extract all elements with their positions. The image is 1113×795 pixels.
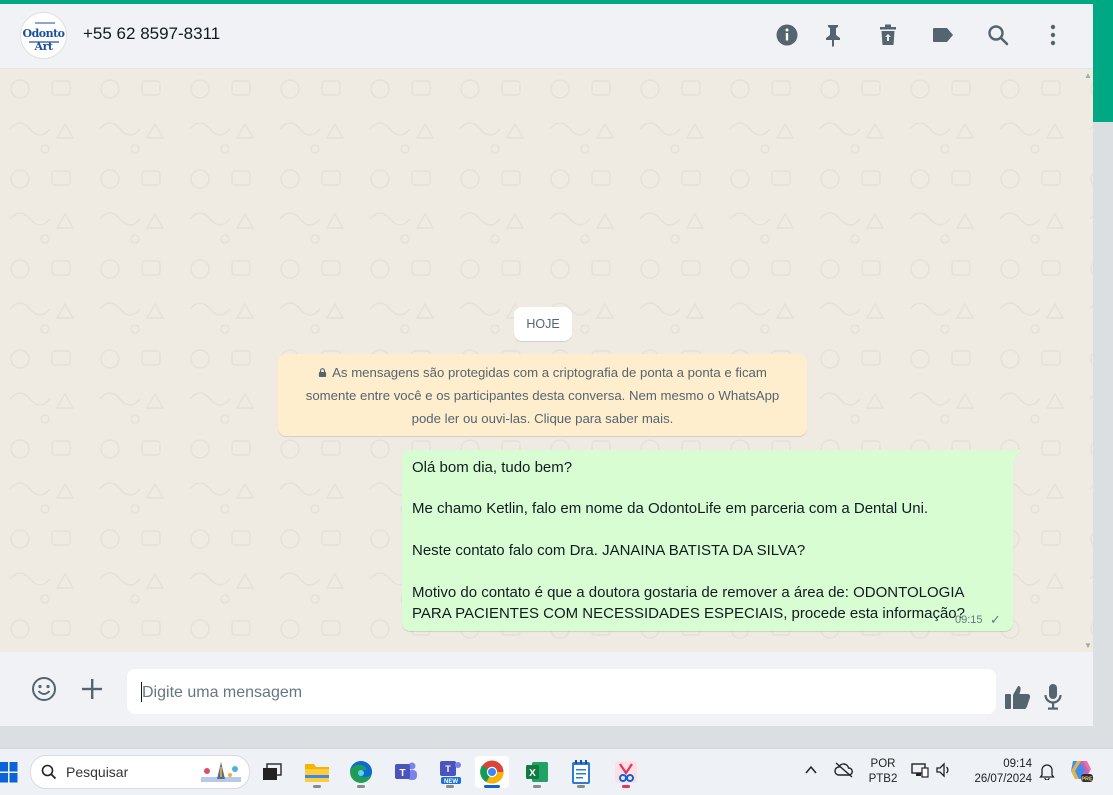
task-view-icon[interactable] xyxy=(255,756,289,788)
message-list[interactable]: ▲ ▼ HOJE As mensagens são protegidas com… xyxy=(0,69,1093,652)
encryption-notice-text-1: As mensagens são protegidas com a cripto… xyxy=(332,365,767,380)
network-icon[interactable] xyxy=(911,762,929,781)
copilot-icon[interactable]: PRE xyxy=(1068,757,1094,786)
message-timestamp: 09:15 xyxy=(955,614,983,626)
keyboard-layout: PTB2 xyxy=(868,773,898,785)
chat-header: Odonto Art +55 62 8597-8311 xyxy=(0,4,1093,69)
encryption-notice-line: As mensagens são protegidas com a cripto… xyxy=(278,361,807,384)
running-indicator xyxy=(533,785,541,788)
delete-icon[interactable] xyxy=(873,20,903,50)
outgoing-message-bubble[interactable]: Olá bom dia, tudo bem? Me chamo Ketlin, … xyxy=(402,450,1021,631)
chrome-icon[interactable] xyxy=(475,756,509,788)
whatsapp-chat-window: Odonto Art +55 62 8597-8311 ▲ ▼ HOJE As … xyxy=(0,4,1093,726)
scroll-up-arrow[interactable]: ▲ xyxy=(1084,71,1092,80)
contact-name[interactable]: +55 62 8597-8311 xyxy=(83,24,220,44)
message-line: Me chamo Ketlin, falo em nome da OdontoL… xyxy=(412,500,929,517)
volume-icon[interactable] xyxy=(935,762,953,781)
composer xyxy=(0,652,1093,726)
message-line: Neste contato falo com Dra. JANAINA BATI… xyxy=(412,542,806,559)
teams-icon[interactable]: T xyxy=(389,756,423,788)
svg-text:T: T xyxy=(445,764,451,774)
svg-text:T: T xyxy=(399,768,405,779)
running-indicator xyxy=(357,785,365,788)
info-icon[interactable] xyxy=(772,20,802,50)
running-indicator xyxy=(446,785,454,788)
sent-check-icon: ✓ xyxy=(990,612,1001,627)
logo-underline xyxy=(29,41,59,43)
thumbs-up-icon[interactable] xyxy=(1003,682,1033,712)
windows-taskbar: Pesquisar T T NEW X POR PTB2 09:14 26/07… xyxy=(0,748,1113,795)
encryption-notice[interactable]: As mensagens são protegidas com a cripto… xyxy=(278,354,807,436)
background-strip xyxy=(1093,4,1113,122)
clock-date: 26/07/2024 xyxy=(974,773,1032,785)
clock-time: 09:14 xyxy=(1003,758,1032,770)
running-indicator xyxy=(313,785,321,788)
teams-new-icon[interactable]: T NEW xyxy=(433,756,467,788)
pin-icon[interactable] xyxy=(818,20,848,50)
scroll-down-arrow[interactable]: ▼ xyxy=(1084,641,1092,650)
running-indicator xyxy=(622,785,630,788)
edge-icon[interactable] xyxy=(344,756,378,788)
taskbar-search-label: Pesquisar xyxy=(66,764,129,780)
avatar-logo-text: Odonto Art xyxy=(22,27,65,53)
svg-text:X: X xyxy=(529,768,536,779)
language-code: POR xyxy=(870,758,896,770)
contact-avatar[interactable]: Odonto Art xyxy=(20,12,67,59)
message-input[interactable] xyxy=(140,669,984,716)
emoji-icon[interactable] xyxy=(29,674,59,704)
notification-bell-icon[interactable] xyxy=(1039,762,1055,783)
active-indicator xyxy=(484,785,500,788)
message-line: Motivo do contato é que a doutora gostar… xyxy=(412,584,965,601)
bubble-tail xyxy=(1013,450,1021,460)
running-indicator xyxy=(577,785,585,788)
svg-text:PRE: PRE xyxy=(1081,777,1093,783)
label-icon[interactable] xyxy=(928,20,958,50)
message-input-box[interactable] xyxy=(127,669,996,716)
logo-line xyxy=(35,22,55,24)
cloud-offline-icon[interactable] xyxy=(834,762,854,781)
system-clock[interactable]: 09:14 26/07/2024 xyxy=(966,757,1032,787)
notepad-icon[interactable] xyxy=(564,756,598,788)
encryption-notice-text-2: somente entre você e os participantes de… xyxy=(305,388,780,403)
search-icon xyxy=(41,764,57,780)
message-line: Olá bom dia, tudo bem? xyxy=(412,459,573,476)
excel-icon[interactable]: X xyxy=(520,756,554,788)
show-hidden-icons-chevron-icon[interactable] xyxy=(804,763,818,780)
language-indicator[interactable]: POR PTB2 xyxy=(868,757,898,787)
attach-plus-icon[interactable] xyxy=(77,674,107,704)
microphone-icon[interactable] xyxy=(1038,682,1068,712)
message-line: PARA PACIENTES COM NECESSIDADES ESPECIAI… xyxy=(412,605,965,622)
search-highlight-icon xyxy=(201,762,241,782)
windows-start-icon[interactable] xyxy=(0,761,18,783)
encryption-notice-text-3: pode ler ou ouvi-las. Clique para saber … xyxy=(411,411,674,426)
menu-icon[interactable] xyxy=(1038,20,1068,50)
snipping-tool-icon[interactable] xyxy=(609,756,643,788)
file-explorer-icon[interactable] xyxy=(300,756,334,788)
search-icon[interactable] xyxy=(983,20,1013,50)
lock-icon xyxy=(319,368,327,377)
text-caret xyxy=(141,682,142,702)
taskbar-search[interactable]: Pesquisar xyxy=(30,755,250,789)
date-divider: HOJE xyxy=(514,307,572,341)
